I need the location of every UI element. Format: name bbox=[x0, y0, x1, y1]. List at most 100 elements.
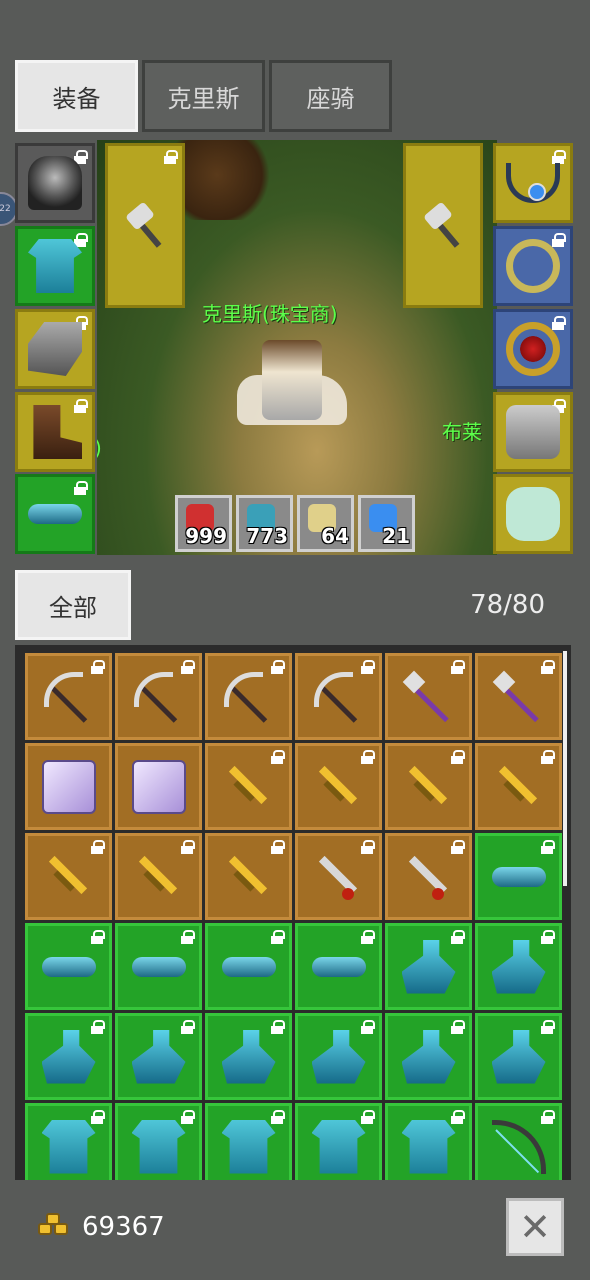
armor-icon bbox=[221, 1119, 276, 1174]
gold-amount: 69367 bbox=[82, 1212, 165, 1242]
inventory-slot[interactable] bbox=[385, 923, 472, 1010]
inventory-slot[interactable] bbox=[385, 833, 472, 920]
boots-slot[interactable] bbox=[15, 392, 95, 472]
inventory-slot[interactable] bbox=[385, 743, 472, 830]
weapon-right-slot[interactable] bbox=[403, 143, 483, 308]
inventory-slot[interactable] bbox=[385, 1103, 472, 1180]
inventory-slot[interactable] bbox=[25, 923, 112, 1010]
gloves-slot[interactable] bbox=[15, 309, 95, 389]
bottle-icon bbox=[221, 1029, 276, 1084]
ring-slot-2[interactable] bbox=[493, 309, 573, 389]
equipment-panel: f) 克里斯(珠宝商) 布莱 bbox=[15, 140, 575, 555]
inventory-grid-container bbox=[15, 645, 571, 1180]
inventory-slot[interactable] bbox=[115, 1103, 202, 1180]
inventory-scrollbar[interactable] bbox=[563, 651, 567, 886]
inventory-slot[interactable] bbox=[115, 743, 202, 830]
helmet-slot[interactable] bbox=[15, 143, 95, 223]
lock-icon bbox=[552, 233, 566, 247]
inventory-slot[interactable] bbox=[25, 833, 112, 920]
close-button[interactable]: ✕ bbox=[506, 1198, 564, 1256]
inventory-slot[interactable] bbox=[295, 1013, 382, 1100]
inventory-slot[interactable] bbox=[115, 833, 202, 920]
footer-bar: 69367 ✕ bbox=[0, 1180, 590, 1280]
bottle-icon bbox=[491, 939, 546, 994]
inventory-slot[interactable] bbox=[295, 743, 382, 830]
inventory-slot[interactable] bbox=[295, 923, 382, 1010]
other-character-name: 布莱 bbox=[442, 420, 482, 444]
consumable-teapot[interactable]: 773 bbox=[236, 495, 293, 552]
inventory-slot[interactable] bbox=[475, 1103, 562, 1180]
card-icon bbox=[41, 759, 96, 814]
spear-icon bbox=[402, 670, 456, 724]
ring-slot-1[interactable] bbox=[493, 226, 573, 306]
lock-icon bbox=[91, 1020, 105, 1034]
pet-icon bbox=[506, 487, 560, 541]
lock-icon bbox=[361, 930, 375, 944]
necklace-slot[interactable] bbox=[493, 143, 573, 223]
lock-icon bbox=[451, 1110, 465, 1124]
mount-slot[interactable] bbox=[493, 392, 573, 472]
boot-icon bbox=[33, 405, 82, 459]
inventory-slot[interactable] bbox=[205, 653, 292, 740]
bottle-icon bbox=[491, 1029, 546, 1084]
armor-icon bbox=[41, 1119, 96, 1174]
tab-mount[interactable]: 座骑 bbox=[269, 60, 392, 132]
axe-icon bbox=[122, 203, 168, 249]
ring-icon bbox=[506, 239, 560, 293]
character-body bbox=[262, 340, 322, 420]
consumable-scroll[interactable]: 64 bbox=[297, 495, 354, 552]
inventory-slot[interactable] bbox=[205, 743, 292, 830]
inventory-slot[interactable] bbox=[295, 1103, 382, 1180]
tab-equipment[interactable]: 装备 bbox=[15, 60, 138, 132]
lock-icon bbox=[541, 840, 555, 854]
filter-all-button[interactable]: 全部 bbox=[15, 570, 131, 640]
weapon-left-slot[interactable] bbox=[105, 143, 185, 308]
inventory-slot[interactable] bbox=[25, 1013, 112, 1100]
inventory-slot[interactable] bbox=[475, 743, 562, 830]
lock-icon bbox=[541, 1110, 555, 1124]
lock-icon bbox=[451, 930, 465, 944]
inventory-slot[interactable] bbox=[385, 1013, 472, 1100]
bottle-icon bbox=[401, 939, 456, 994]
pet-slot[interactable] bbox=[493, 474, 573, 554]
inventory-slot[interactable] bbox=[205, 1103, 292, 1180]
belt-icon bbox=[491, 866, 546, 887]
gold-coins-icon bbox=[38, 1213, 72, 1241]
silver-sword-icon bbox=[402, 850, 456, 904]
lock-icon bbox=[552, 316, 566, 330]
bottle-icon bbox=[131, 1029, 186, 1084]
bottle-icon bbox=[41, 1029, 96, 1084]
inventory-slot[interactable] bbox=[25, 653, 112, 740]
inventory-slot[interactable] bbox=[295, 653, 382, 740]
inventory-grid bbox=[25, 653, 562, 1180]
belt-icon bbox=[41, 956, 96, 977]
consumable-red-potion[interactable]: 999 bbox=[175, 495, 232, 552]
belt-slot[interactable] bbox=[15, 474, 95, 554]
inventory-slot[interactable] bbox=[475, 833, 562, 920]
inventory-slot[interactable] bbox=[25, 1103, 112, 1180]
armor-slot[interactable] bbox=[15, 226, 95, 306]
hero-sprite[interactable] bbox=[237, 330, 347, 430]
inventory-slot[interactable] bbox=[385, 653, 472, 740]
glove-icon bbox=[28, 322, 82, 376]
inventory-slot[interactable] bbox=[25, 743, 112, 830]
inventory-slot[interactable] bbox=[205, 1013, 292, 1100]
belt-icon bbox=[28, 504, 82, 524]
inventory-slot[interactable] bbox=[295, 833, 382, 920]
bow-icon bbox=[491, 1119, 546, 1174]
consumable-blue-potion[interactable]: 21 bbox=[358, 495, 415, 552]
lock-icon bbox=[552, 150, 566, 164]
inventory-slot[interactable] bbox=[115, 653, 202, 740]
inventory-slot[interactable] bbox=[475, 923, 562, 1010]
inventory-slot[interactable] bbox=[205, 923, 292, 1010]
tab-chris[interactable]: 克里斯 bbox=[142, 60, 265, 132]
inventory-slot[interactable] bbox=[115, 1013, 202, 1100]
inventory-slot[interactable] bbox=[115, 923, 202, 1010]
lock-icon bbox=[91, 1110, 105, 1124]
necklace-icon bbox=[506, 163, 560, 203]
inventory-slot[interactable] bbox=[205, 833, 292, 920]
inventory-slot[interactable] bbox=[475, 1013, 562, 1100]
gold-sword-icon bbox=[222, 760, 276, 814]
inventory-slot[interactable] bbox=[475, 653, 562, 740]
belt-icon bbox=[311, 956, 366, 977]
